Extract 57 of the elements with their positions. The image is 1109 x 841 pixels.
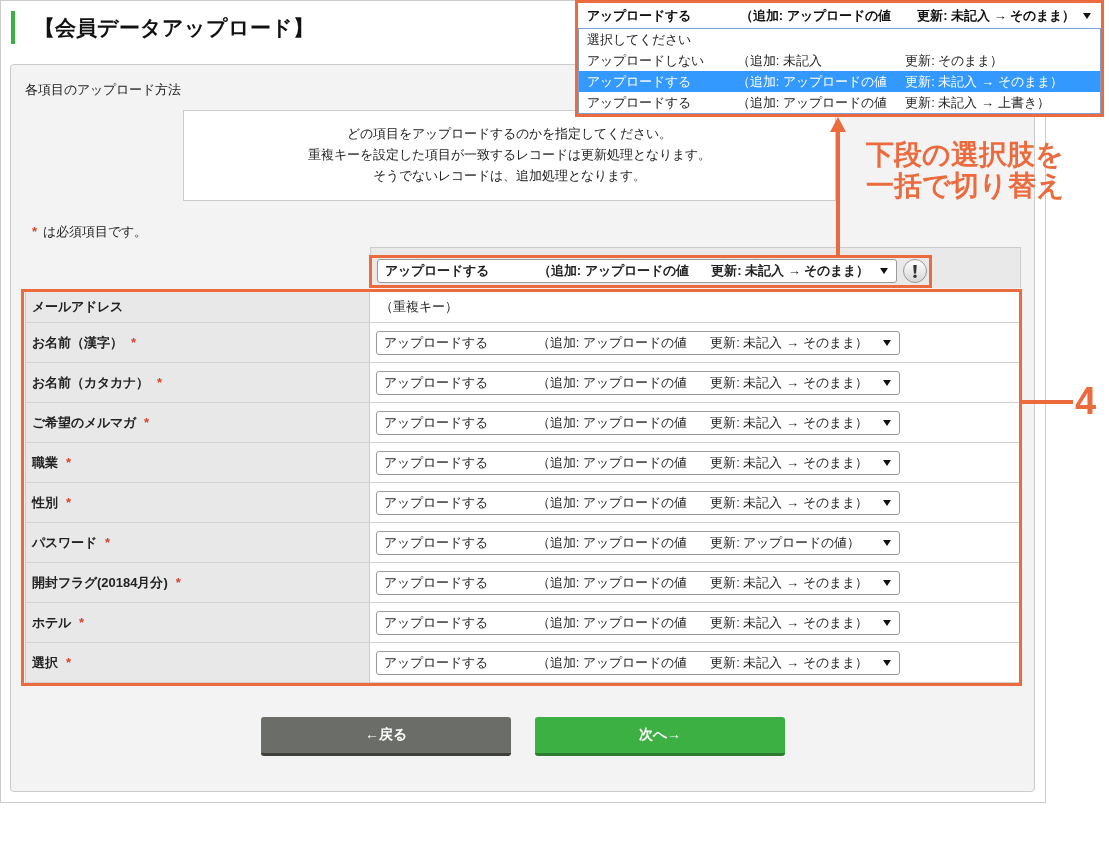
required-mark: * [131, 335, 137, 350]
required-mark: * [144, 415, 150, 430]
section-label: 各項目のアップロード方法 [25, 81, 181, 99]
upload-select[interactable]: アップロードする （追加: アップロードの値 更新: 未記入 → そのまま） [376, 570, 900, 595]
caret-icon [883, 539, 891, 546]
upload-select[interactable]: アップロードする （追加: アップロードの値 更新: 未記入 → そのまま） [376, 450, 900, 475]
field-label: 職業 [32, 453, 58, 472]
exclamation-icon [913, 264, 917, 278]
required-mark: * [32, 223, 38, 241]
field-label: 性別 [32, 493, 58, 512]
page-title: 【会員データアップロード】 [11, 11, 320, 44]
bulk-select[interactable]: アップロードする （追加: アップロードの値 更新: 未記入 → そのまま） [377, 259, 897, 283]
required-mark: * [157, 375, 163, 390]
callout-number: 4 [1075, 380, 1097, 422]
dropdown-option[interactable]: アップロードしない （追加: 未記入 更新: そのまま） [579, 50, 1100, 71]
upload-select[interactable]: アップロードする （追加: アップロードの値 更新: 未記入 → そのまま） [376, 490, 900, 515]
upload-select[interactable]: アップロードする （追加: アップロードの値 更新: 未記入 → そのまま） [376, 650, 900, 675]
required-mark: * [79, 615, 85, 630]
upload-select[interactable]: アップロードする （追加: アップロードの値 更新: 未記入 → そのまま） [376, 370, 900, 395]
callout-text: 下段の選択肢を 一括で切り替え [866, 139, 1065, 201]
upload-select[interactable]: アップロードする （追加: アップロードの値 更新: アップロードの値） [376, 530, 900, 555]
field-label: ホテル [32, 613, 71, 632]
caret-icon [883, 459, 891, 466]
upload-select[interactable]: アップロードする （追加: アップロードの値 更新: 未記入 → そのまま） [376, 610, 900, 635]
field-label: 選択 [32, 653, 58, 672]
required-mark: * [66, 655, 72, 670]
dropdown-option[interactable]: 選択してください [579, 29, 1100, 50]
required-mark: * [105, 535, 111, 550]
caret-icon [883, 499, 891, 506]
caret-icon [1083, 12, 1091, 19]
info-text: 重複キーを設定した項目が一致するレコードは更新処理となります。 [308, 146, 711, 164]
caret-icon [883, 339, 891, 346]
field-label: お名前（漢字） [32, 333, 123, 352]
required-mark: * [66, 455, 72, 470]
dropdown-option[interactable]: アップロードする （追加: アップロードの値 更新: 未記入 → 上書き） [579, 92, 1100, 113]
info-text: どの項目をアップロードするのかを指定してください。 [347, 125, 672, 143]
caret-icon [883, 379, 891, 386]
caret-icon [883, 659, 891, 666]
required-mark: * [175, 575, 181, 590]
key-note: （重複キー） [379, 298, 458, 316]
required-mark: * [66, 495, 72, 510]
back-button[interactable]: ←戻る [261, 717, 511, 756]
caret-icon [883, 579, 891, 586]
field-label: ご希望のメルマガ [32, 413, 136, 432]
popup-select[interactable]: アップロードする （追加: アップロードの値 更新: 未記入 → そのまま） [578, 3, 1101, 28]
caret-icon [883, 619, 891, 626]
upload-select[interactable]: アップロードする （追加: アップロードの値 更新: 未記入 → そのまま） [376, 410, 900, 435]
field-label: お名前（カタカナ） [32, 373, 149, 392]
info-text: そうでないレコードは、追加処理となります。 [373, 167, 646, 185]
caret-icon [883, 419, 891, 426]
field-label: メールアドレス [32, 298, 123, 316]
upload-select[interactable]: アップロードする （追加: アップロードの値 更新: 未記入 → そのまま） [376, 330, 900, 355]
field-label: 開封フラグ(20184月分) [32, 573, 168, 592]
field-label: パスワード [32, 533, 97, 552]
notice-button[interactable] [903, 259, 927, 283]
note-text: は必須項目です。 [43, 223, 148, 241]
caret-icon [880, 268, 888, 274]
